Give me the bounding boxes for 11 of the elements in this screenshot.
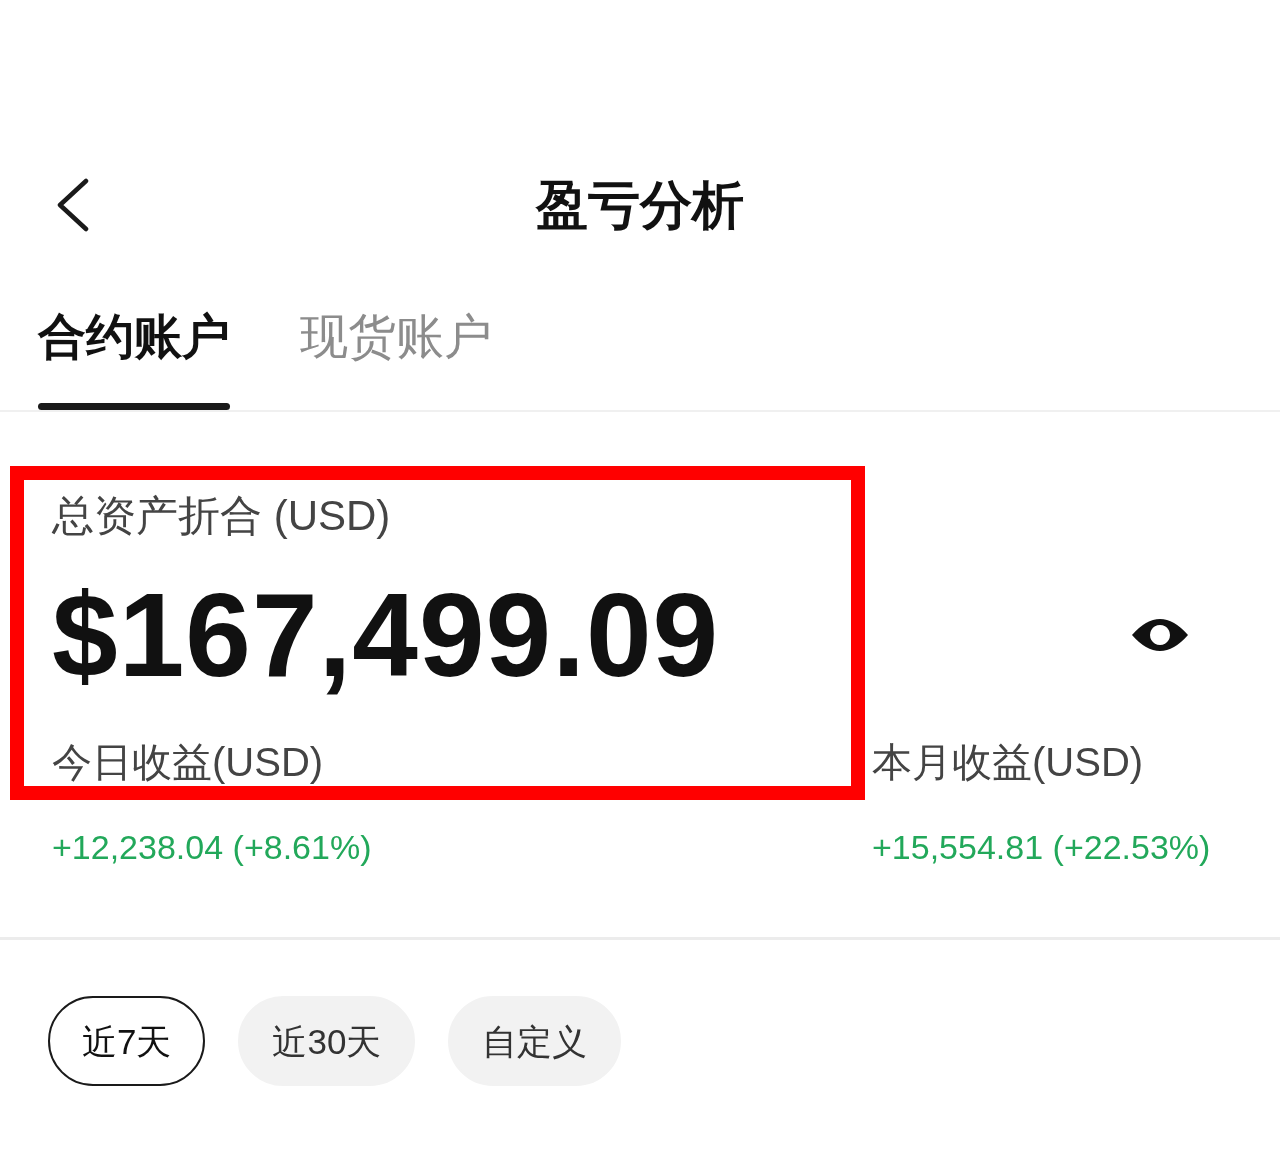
- account-tab[interactable]: 合约账户: [38, 313, 230, 410]
- earnings-value: +12,238.04 (+8.61%): [52, 830, 372, 864]
- period-chip[interactable]: 近30天: [238, 996, 416, 1086]
- earnings-label: 本月收益(USD): [872, 742, 1144, 782]
- period-chip[interactable]: 自定义: [448, 996, 622, 1086]
- total-assets-value: $167,499.09: [52, 576, 720, 694]
- page-title: 盈亏分析: [536, 179, 744, 231]
- earnings-label: 今日收益(USD): [52, 742, 324, 782]
- period-chip[interactable]: 近7天: [48, 996, 206, 1086]
- total-assets-label: 总资产折合 (USD): [52, 495, 391, 537]
- earnings-value: +15,554.81 (+22.53%): [872, 830, 1211, 864]
